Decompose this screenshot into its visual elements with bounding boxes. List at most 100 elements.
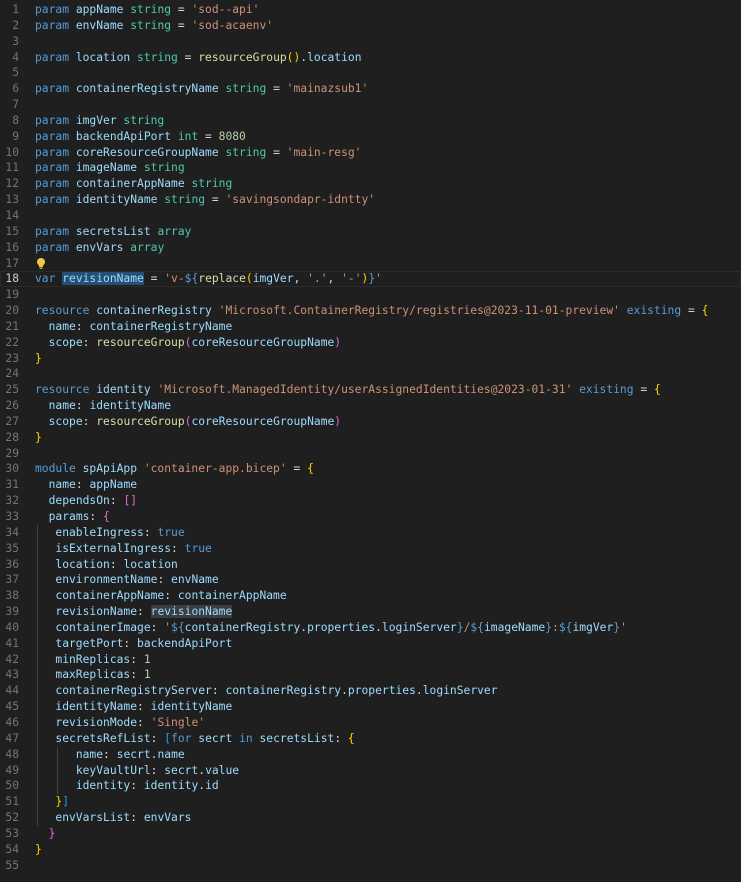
code-token: : [171,541,185,555]
code-line[interactable]: 49 keyVaultUrl: secrt.value [0,762,741,779]
code-token: resource [35,304,97,318]
code-token: name [75,747,104,761]
line-content: param containerRegistryName string = 'ma… [35,81,368,97]
code-line[interactable]: 40 containerImage: '${containerRegistry.… [0,619,741,636]
code-line[interactable]: 6 param containerRegistryName string = 'm… [0,81,741,97]
code-token: in [239,731,260,745]
code-line[interactable]: 25 resource identity 'Microsoft.ManagedId… [0,382,741,398]
code-token: coreResourceGroupName [191,414,335,428]
code-line[interactable]: 36 location: location [0,556,741,573]
code-line[interactable]: 41 targetPort: backendApiPort [0,635,741,652]
code-line[interactable]: 28} [0,430,741,446]
code-token: resourceGroup [198,50,287,64]
code-line[interactable]: 24 [0,366,741,382]
code-line[interactable]: 19 [0,287,741,303]
code-line[interactable]: 23} [0,351,741,367]
code-token: keyVaultUrl [75,763,151,777]
code-line[interactable]: 50 identity: identity.id [0,778,741,795]
code-line[interactable]: 53 } [0,826,741,842]
code-line[interactable]: 5 [0,65,741,81]
code-token: envName [171,573,219,587]
code-line[interactable]: 18 var revisionName = 'v-${replace(imgVer… [0,271,741,288]
code-token: properties [347,684,416,698]
code-line[interactable]: 3 [0,34,741,50]
line-number: 39 [5,605,19,619]
line-content: targetPort: backendApiPort [35,635,232,652]
code-line[interactable]: 37 environmentName: envName [0,572,741,589]
code-line[interactable]: 11 param imageName string [0,160,741,176]
code-line[interactable]: 13 param identityName string = 'savingson… [0,192,741,208]
code-line[interactable]: 42 minReplicas: 1 [0,651,741,668]
code-line[interactable]: 10 param coreResourceGroupName string = '… [0,145,741,161]
code-line[interactable]: 43 maxReplicas: 1 [0,667,741,684]
code-line[interactable]: 12 param containerAppName string [0,176,741,192]
code-token: existing [572,383,634,397]
code-line[interactable]: 55 [0,858,741,874]
code-token: ' [375,272,382,286]
code-line[interactable]: 47 secretsRefList: [for secrt in secrets… [0,730,741,747]
code-line[interactable]: 46 revisionMode: 'Single' [0,714,741,731]
line-number: 18 [5,272,19,286]
code-token: name [48,399,76,413]
code-token: containerRegistry [184,620,301,634]
code-line[interactable]: 31 name: appName [0,477,741,493]
code-line[interactable]: 33 params: { [0,509,741,525]
code-token: = [681,304,702,318]
code-line[interactable]: 16 param envVars array [0,240,741,256]
lightbulb-icon[interactable] [35,257,47,270]
code-line[interactable]: 4 param location string = resourceGroup()… [0,50,741,66]
line-content: param secretsList array [35,224,191,240]
code-editor[interactable]: 1 param appName string = 'sod--api' 2 param… [0,0,741,882]
code-line[interactable]: 8 param imgVer string [0,113,741,129]
code-token: loginServer [381,620,457,634]
code-token: spApiApp [82,462,144,476]
code-line[interactable]: 54} [0,842,741,858]
line-number: 37 [5,573,19,587]
code-line[interactable]: 14 [0,208,741,224]
code-line[interactable]: 35 isExternalIngress: true [0,540,741,557]
code-token: secrt [164,763,199,777]
code-token: revisionName [150,605,233,619]
code-token: coreResourceGroupName [75,145,226,159]
code-line[interactable]: 15 param secretsList array [0,224,741,240]
code-token: : [82,414,97,428]
code-line[interactable]: 52 envVarsList: envVars [0,810,741,826]
code-line[interactable]: 17 [0,256,741,272]
code-token: var [35,272,63,286]
code-token: : [130,668,144,682]
code-line[interactable]: 39 revisionName: revisionName [0,604,741,620]
code-token: imageName [483,620,546,634]
code-line[interactable]: 27 scope: resourceGroup(coreResourceGrou… [0,414,741,430]
code-line[interactable]: 26 name: identityName [0,398,741,414]
code-line[interactable]: 44 containerRegistryServer: containerReg… [0,683,741,700]
code-line[interactable]: 34 enableIngress: true [0,524,741,541]
code-line[interactable]: 48 name: secrt.name [0,746,741,763]
code-token: containerImage [55,620,151,634]
code-token: { [103,510,110,523]
code-line[interactable]: 51 }] [0,794,741,811]
line-content: param location string = resourceGroup().… [35,50,362,66]
code-token: containerRegistryServer [55,684,212,698]
code-line[interactable]: 21 name: containerRegistryName [0,319,741,335]
line-number: 10 [5,145,19,159]
code-token: location [55,557,110,571]
code-line[interactable]: 9 param backendApiPort int = 8080 [0,129,741,145]
code-token: for [171,731,199,745]
code-line[interactable]: 20 resource containerRegistry 'Microsoft.… [0,303,741,319]
code-token: param [35,129,76,143]
code-line[interactable]: 30 module spApiApp 'container-app.bicep' … [0,461,741,477]
code-line[interactable]: 38 containerAppName: containerAppName [0,588,741,605]
line-content: containerAppName: containerAppName [35,588,287,605]
code-line[interactable]: 29 [0,446,741,462]
code-line[interactable]: 7 [0,97,741,113]
code-line[interactable]: 22 scope: resourceGroup(coreResourceGrou… [0,335,741,351]
code-line[interactable]: 2 param envName string = 'sod-acaenv' [0,18,741,34]
line-content: name: identityName [35,398,171,414]
code-line[interactable]: 45 identityName: identityName [0,699,741,715]
code-line[interactable]: 1 param appName string = 'sod--api' [0,2,741,18]
code-line[interactable]: 32 dependsOn: [] [0,493,741,509]
